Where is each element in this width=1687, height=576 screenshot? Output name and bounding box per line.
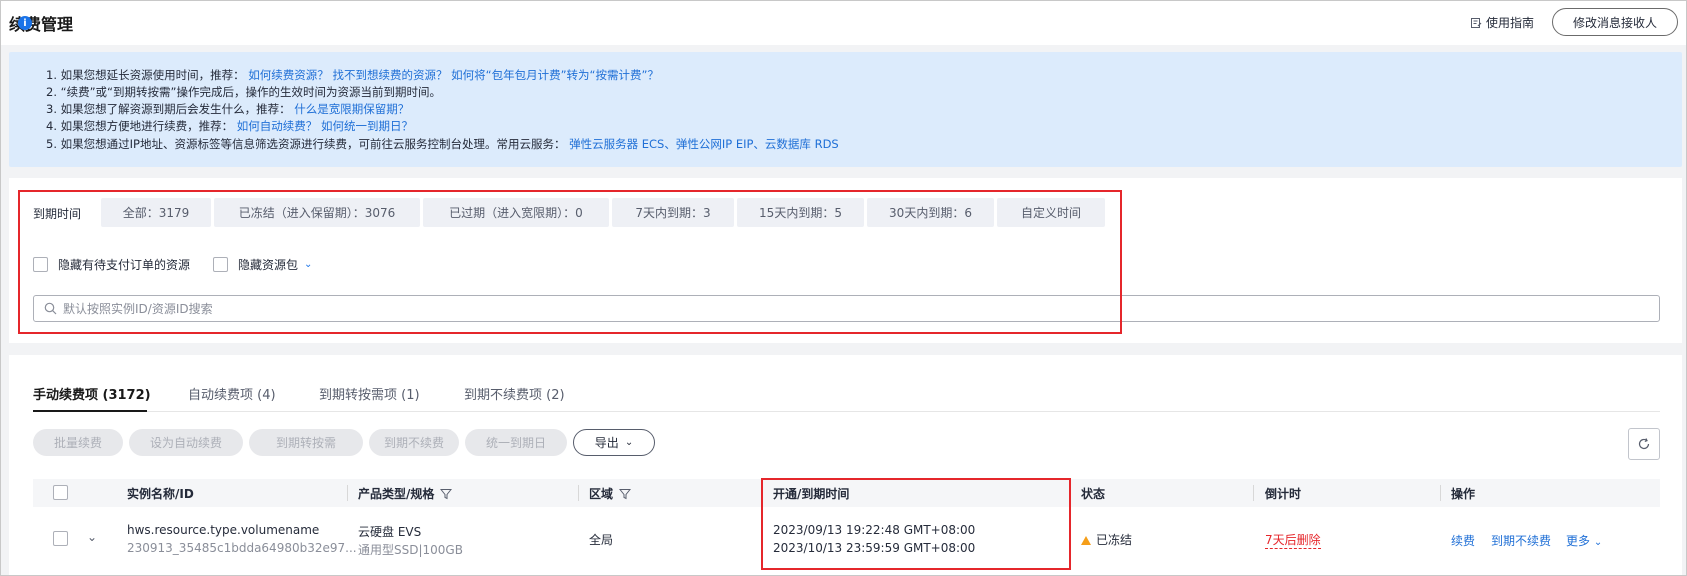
unify-expiry-button[interactable]: 统一到期日	[465, 429, 567, 456]
hide-pending-checkbox[interactable]	[33, 257, 48, 272]
chip-all[interactable]: 全部：3179	[101, 198, 211, 227]
open-time: 2023/09/13 19:22:48 GMT+08:00	[773, 523, 976, 537]
col-region: 区域	[589, 485, 632, 502]
warning-icon	[1081, 536, 1091, 545]
row-checkbox[interactable]	[53, 531, 68, 546]
refresh-button[interactable]	[1628, 428, 1660, 460]
hide-pending-option[interactable]: 隐藏有待支付订单的资源	[33, 256, 190, 273]
filter-icon[interactable]	[440, 488, 453, 500]
countdown-value[interactable]: 7天后删除	[1265, 531, 1321, 549]
col-separator	[1069, 485, 1070, 501]
notice-line-4: 4. 如果您想方便地进行续费，推荐： 如何自动续费？ 如何统一到期日？	[46, 119, 413, 133]
status-badge: 已冻结	[1081, 531, 1132, 548]
product-name: 云硬盘 EVS	[358, 525, 422, 539]
set-auto-renew-button[interactable]: 设为自动续费	[129, 429, 243, 456]
chevron-down-icon: ⌄	[1593, 537, 1603, 548]
col-open-expiry-time: 开通/到期时间	[773, 487, 850, 501]
col-countdown: 倒计时	[1265, 487, 1302, 501]
col-status: 状态	[1081, 487, 1106, 501]
info-icon: i	[18, 16, 32, 30]
notice-links-4[interactable]: 如何自动续费？ 如何统一到期日？	[237, 119, 413, 133]
page-header: 续费管理 使用指南 修改消息接收人	[1, 1, 1686, 45]
notice-links-5[interactable]: 弹性云服务器 ECS、弹性公网IP EIP、云数据库 RDS	[569, 137, 839, 151]
guide-link-label: 使用指南	[1485, 16, 1534, 30]
col-instance-name: 实例名称/ID	[127, 487, 194, 501]
select-all-checkbox[interactable]	[53, 485, 68, 500]
col-separator	[1440, 485, 1441, 501]
expand-row-chevron-icon[interactable]: ⌄	[87, 530, 97, 544]
chip-expired[interactable]: 已过期（进入宽限期）：0	[423, 198, 609, 227]
search-box[interactable]	[33, 295, 1660, 322]
guide-doc-icon	[1470, 17, 1482, 28]
col-product-type: 产品类型/规格	[358, 485, 453, 502]
more-actions[interactable]: 更多 ⌄	[1566, 532, 1602, 549]
refresh-icon	[1638, 438, 1650, 450]
col-separator	[578, 485, 579, 501]
chip-7-days[interactable]: 7天内到期：3	[612, 198, 734, 227]
tab-no-renew[interactable]: 到期不续费项 (2)	[464, 384, 565, 414]
tab-divider	[33, 411, 1660, 412]
to-on-demand-button[interactable]: 到期转按需	[249, 429, 363, 456]
col-separator	[347, 485, 348, 501]
expiry-filter-label: 到期时间	[33, 207, 82, 221]
hide-package-option[interactable]: 隐藏资源包 ⌄	[213, 256, 312, 273]
chevron-down-icon[interactable]: ⌄	[304, 259, 312, 270]
notice-line-3: 3. 如果您想了解资源到期后会发生什么，推荐： 什么是宽限期保留期？	[46, 102, 410, 116]
hide-package-label: 隐藏资源包	[238, 258, 299, 272]
export-button[interactable]: 导出 ⌄	[573, 429, 655, 456]
notice-line-2: 2. “续费”或“到期转按需”操作完成后，操作的生效时间为资源当前到期时间。	[46, 85, 441, 99]
batch-renew-button[interactable]: 批量续费	[33, 429, 123, 456]
instance-id: 230913_35485c1bdda64980b32e97...	[127, 541, 357, 555]
notice-links-3[interactable]: 什么是宽限期保留期？	[294, 102, 409, 116]
notice-links-1[interactable]: 如何续费资源？ 找不到想续费的资源？ 如何将“包年包月计费”转为“按需计费”？	[248, 68, 659, 82]
notice-line-1: 1. 如果您想延长资源使用时间，推荐： 如何续费资源？ 找不到想续费的资源？ 如…	[46, 68, 659, 82]
col-actions: 操作	[1451, 487, 1476, 501]
tab-to-on-demand[interactable]: 到期转按需项 (1)	[319, 384, 420, 414]
no-renew-button[interactable]: 到期不续费	[369, 429, 459, 456]
chip-30-days[interactable]: 30天内到期：6	[867, 198, 994, 227]
chevron-down-icon: ⌄	[624, 437, 634, 448]
modify-receiver-button[interactable]: 修改消息接收人	[1551, 8, 1678, 36]
expiry-time: 2023/10/13 23:59:59 GMT+08:00	[773, 541, 976, 555]
product-spec: 通用型SSD|100GB	[358, 543, 463, 557]
notice-line-5: 5. 如果您想通过IP地址、资源标签等信息筛选资源进行续费，可前往云服务控制台处…	[46, 137, 839, 151]
chip-frozen[interactable]: 已冻结（进入保留期）：3076	[214, 198, 420, 227]
guide-link[interactable]: 使用指南	[1470, 14, 1534, 31]
filter-icon[interactable]	[619, 488, 632, 500]
region-value: 全局	[589, 533, 614, 547]
search-input[interactable]	[63, 301, 1643, 316]
hide-pending-label: 隐藏有待支付订单的资源	[58, 258, 191, 272]
search-icon	[44, 302, 57, 315]
renewal-management-page: 续费管理 使用指南 修改消息接收人 i 1. 如果您想延长资源使用时间，推荐： …	[0, 0, 1687, 576]
col-separator	[1253, 485, 1254, 501]
hide-package-checkbox[interactable]	[213, 257, 228, 272]
export-label: 导出	[594, 436, 619, 450]
chip-custom-time[interactable]: 自定义时间	[997, 198, 1105, 227]
tab-auto-renew[interactable]: 自动续费项 (4)	[188, 384, 276, 414]
chip-15-days[interactable]: 15天内到期：5	[737, 198, 864, 227]
instance-name: hws.resource.type.volumename	[127, 523, 320, 537]
renew-action[interactable]: 续费	[1451, 532, 1475, 549]
no-renew-action[interactable]: 到期不续费	[1491, 532, 1551, 549]
active-tab-indicator	[33, 410, 147, 412]
